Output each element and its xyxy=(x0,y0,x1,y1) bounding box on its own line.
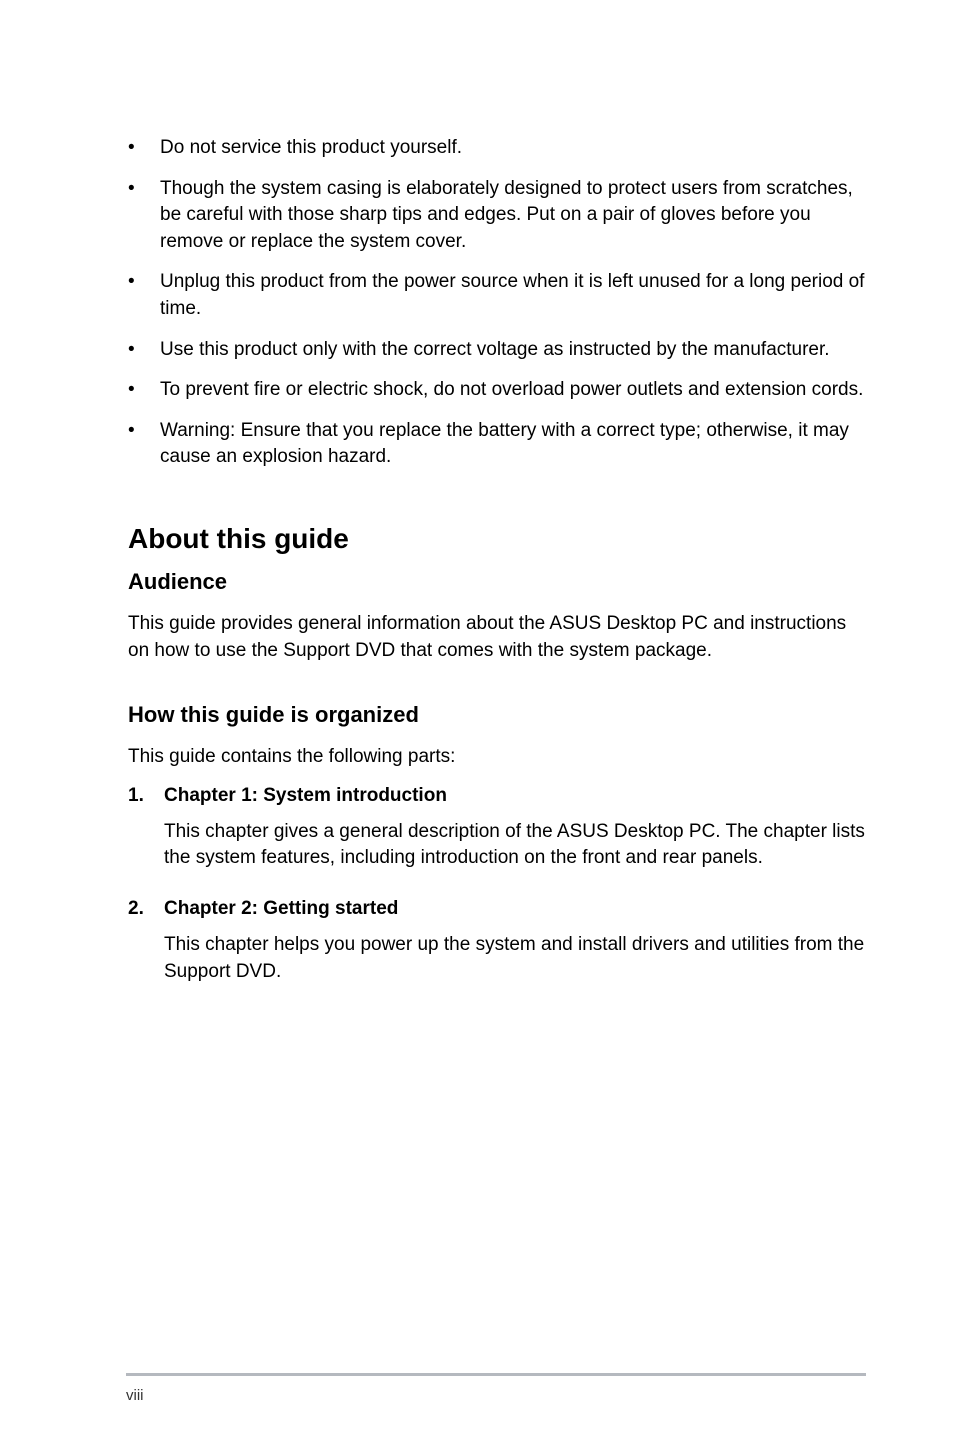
bullet-dot: • xyxy=(128,176,160,203)
footer-divider xyxy=(126,1373,866,1376)
bullet-dot: • xyxy=(128,269,160,296)
organization-intro: This guide contains the following parts: xyxy=(128,744,866,771)
chapter-title: Chapter 2: Getting started xyxy=(164,898,398,920)
list-item: • Warning: Ensure that you replace the b… xyxy=(128,418,866,471)
page-title: About this guide xyxy=(128,523,866,555)
bullet-text: Though the system casing is elaborately … xyxy=(160,176,866,256)
list-item: • Do not service this product yourself. xyxy=(128,135,866,162)
chapters-list: 1. Chapter 1: System introduction This c… xyxy=(128,785,866,985)
safety-bullets: • Do not service this product yourself. … xyxy=(128,135,866,471)
chapter-number: 1. xyxy=(128,785,164,807)
bullet-text: To prevent fire or electric shock, do no… xyxy=(160,377,866,404)
audience-section: Audience This guide provides general inf… xyxy=(128,569,866,664)
bullet-dot: • xyxy=(128,377,160,404)
bullet-text: Warning: Ensure that you replace the bat… xyxy=(160,418,866,471)
chapter-item: 2. Chapter 2: Getting started This chapt… xyxy=(128,898,866,985)
chapter-item: 1. Chapter 1: System introduction This c… xyxy=(128,785,866,872)
chapter-header: 2. Chapter 2: Getting started xyxy=(128,898,866,920)
bullet-text: Unplug this product from the power sourc… xyxy=(160,269,866,322)
bullet-text: Use this product only with the correct v… xyxy=(160,337,866,364)
bullet-dot: • xyxy=(128,135,160,162)
chapter-header: 1. Chapter 1: System introduction xyxy=(128,785,866,807)
chapter-number: 2. xyxy=(128,898,164,920)
audience-text: This guide provides general information … xyxy=(128,611,866,664)
list-item: • To prevent fire or electric shock, do … xyxy=(128,377,866,404)
organization-heading: How this guide is organized xyxy=(128,702,866,728)
bullet-dot: • xyxy=(128,418,160,445)
bullet-dot: • xyxy=(128,337,160,364)
list-item: • Unplug this product from the power sou… xyxy=(128,269,866,322)
page-number: viii xyxy=(126,1387,144,1404)
bullet-text: Do not service this product yourself. xyxy=(160,135,866,162)
list-item: • Though the system casing is elaboratel… xyxy=(128,176,866,256)
chapter-description: This chapter helps you power up the syst… xyxy=(164,932,866,985)
chapter-title: Chapter 1: System introduction xyxy=(164,785,447,807)
chapter-description: This chapter gives a general description… xyxy=(164,819,866,872)
list-item: • Use this product only with the correct… xyxy=(128,337,866,364)
audience-heading: Audience xyxy=(128,569,866,595)
